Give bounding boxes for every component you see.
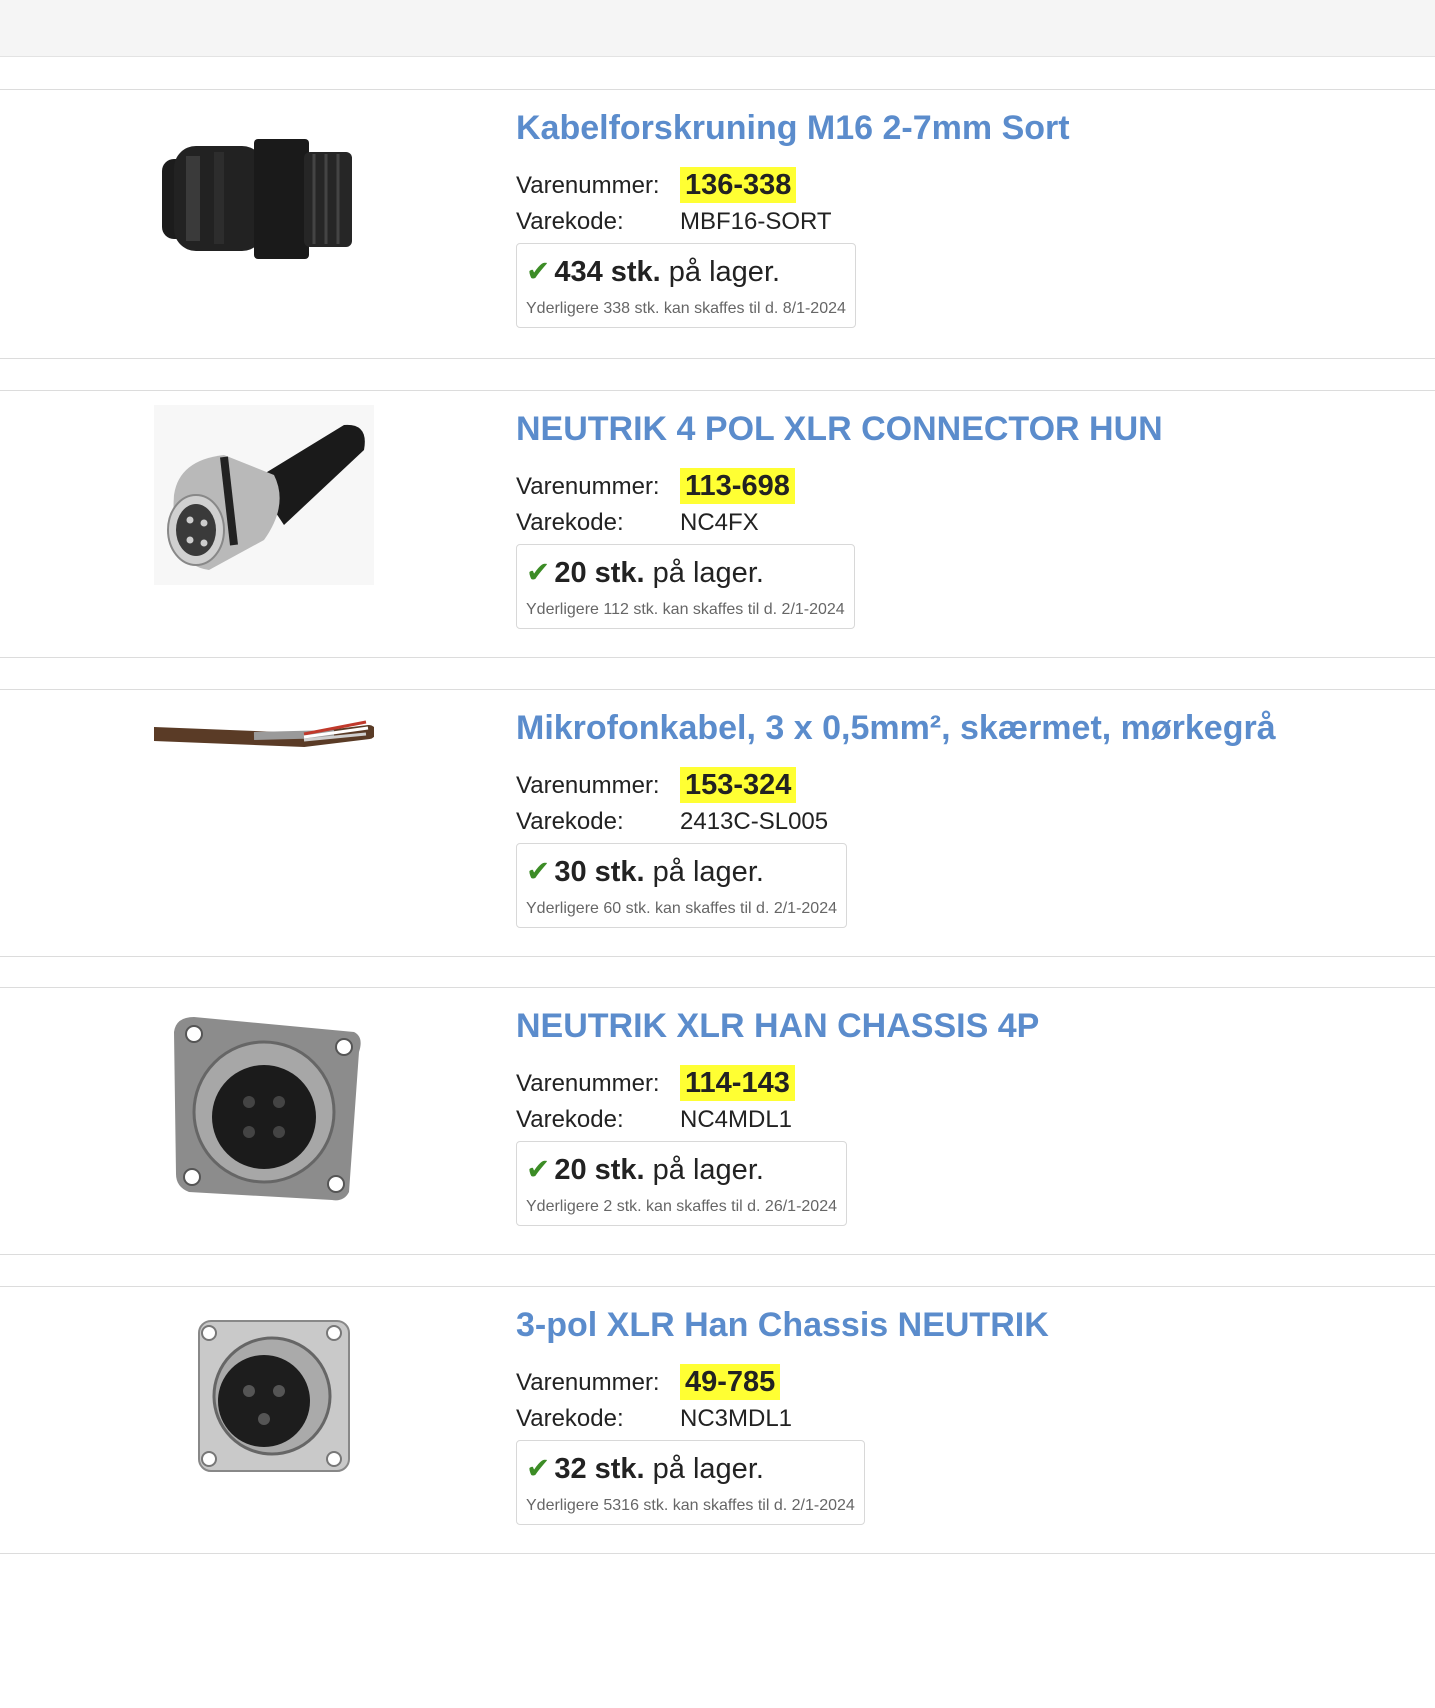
varenummer-value: 113-698 xyxy=(680,468,795,504)
stock-text: på lager. xyxy=(652,856,764,888)
stock-quantity: 32 stk. xyxy=(554,1453,645,1485)
stock-quantity: 20 stk. xyxy=(554,557,645,589)
varekode-value: NC4MDL1 xyxy=(680,1106,793,1133)
varekode-label: Varekode: xyxy=(516,208,624,235)
varenummer-value: 49-785 xyxy=(680,1364,781,1400)
varekode-row: Varekode: NC3MDL1 xyxy=(516,1405,792,1433)
varenummer-value: 136-338 xyxy=(680,167,797,203)
varekode-value: MBF16-SORT xyxy=(680,208,832,235)
product-card: NEUTRIK 4 POL XLR CONNECTOR HUN Varenumm… xyxy=(0,390,1435,658)
product-image-cable-gland[interactable] xyxy=(154,104,374,284)
varekode-row: Varekode: NC4FX xyxy=(516,509,759,537)
product-image-xlr-female-connector[interactable] xyxy=(154,405,374,585)
varekode-value: NC3MDL1 xyxy=(680,1405,793,1432)
stock-text: på lager. xyxy=(652,1453,764,1485)
stock-box: ✔ 30 stk. på lager. Yderligere 60 stk. ka… xyxy=(516,843,847,928)
varenummer-row: Varenummer: 136-338 xyxy=(516,167,797,203)
varenummer-label: Varenummer: xyxy=(516,473,660,500)
product-image-xlr-male-chassis-3p[interactable] xyxy=(154,1301,374,1481)
varekode-label: Varekode: xyxy=(516,1106,624,1133)
stock-extra-info: Yderligere 60 stk. kan skaffes til d. 2/… xyxy=(526,900,837,917)
stock-quantity: 434 stk. xyxy=(554,256,661,288)
varekode-label: Varekode: xyxy=(516,509,624,536)
stock-box: ✔ 20 stk. på lager. Yderligere 2 stk. kan… xyxy=(516,1141,847,1226)
stock-extra-info: Yderligere 338 stk. kan skaffes til d. 8… xyxy=(526,300,846,317)
varekode-row: Varekode: MBF16-SORT xyxy=(516,208,832,236)
product-card: Mikrofonkabel, 3 x 0,5mm², skærmet, mørk… xyxy=(0,689,1435,957)
stock-text: på lager. xyxy=(652,557,764,589)
varekode-label: Varekode: xyxy=(516,808,624,835)
product-title-link[interactable]: Kabelforskruning M16 2-7mm Sort xyxy=(516,109,1070,148)
varenummer-row: Varenummer: 153-324 xyxy=(516,767,797,803)
varenummer-label: Varenummer: xyxy=(516,772,660,799)
product-card: Kabelforskruning M16 2-7mm Sort Varenumm… xyxy=(0,89,1435,359)
stock-box: ✔ 434 stk. på lager. Yderligere 338 stk. … xyxy=(516,243,856,328)
stock-text: på lager. xyxy=(668,256,781,288)
varenummer-value: 114-143 xyxy=(680,1065,795,1101)
product-image-xlr-male-chassis-4p[interactable] xyxy=(154,1002,374,1212)
varekode-label: Varekode: xyxy=(516,1405,624,1432)
checkmark-icon: ✔ xyxy=(526,856,551,888)
checkmark-icon: ✔ xyxy=(526,557,551,589)
top-bar xyxy=(0,0,1435,57)
varenummer-label: Varenummer: xyxy=(516,172,660,199)
varenummer-row: Varenummer: 49-785 xyxy=(516,1364,781,1400)
product-title-link[interactable]: NEUTRIK XLR HAN CHASSIS 4P xyxy=(516,1007,1039,1046)
varenummer-value: 153-324 xyxy=(680,767,797,803)
stock-box: ✔ 32 stk. på lager. Yderligere 5316 stk. … xyxy=(516,1440,865,1525)
product-image-microphone-cable[interactable] xyxy=(154,704,374,764)
varekode-row: Varekode: NC4MDL1 xyxy=(516,1106,792,1134)
checkmark-icon: ✔ xyxy=(526,1154,551,1186)
stock-text: på lager. xyxy=(652,1154,764,1186)
stock-extra-info: Yderligere 112 stk. kan skaffes til d. 2… xyxy=(526,601,845,618)
varenummer-row: Varenummer: 114-143 xyxy=(516,1065,795,1101)
varekode-value: 2413C-SL005 xyxy=(680,808,829,835)
stock-quantity: 30 stk. xyxy=(554,856,645,888)
varenummer-label: Varenummer: xyxy=(516,1369,660,1396)
stock-box: ✔ 20 stk. på lager. Yderligere 112 stk. k… xyxy=(516,544,855,629)
checkmark-icon: ✔ xyxy=(526,256,551,288)
varenummer-label: Varenummer: xyxy=(516,1070,660,1097)
checkmark-icon: ✔ xyxy=(526,1453,551,1485)
product-card: NEUTRIK XLR HAN CHASSIS 4P Varenummer: 11… xyxy=(0,987,1435,1255)
stock-extra-info: Yderligere 2 stk. kan skaffes til d. 26/… xyxy=(526,1198,837,1215)
varekode-value: NC4FX xyxy=(680,509,759,536)
varenummer-row: Varenummer: 113-698 xyxy=(516,468,795,504)
product-card: 3-pol XLR Han Chassis NEUTRIK Varenummer… xyxy=(0,1286,1435,1554)
product-title-link[interactable]: 3-pol XLR Han Chassis NEUTRIK xyxy=(516,1306,1049,1345)
stock-extra-info: Yderligere 5316 stk. kan skaffes til d. … xyxy=(526,1497,855,1514)
varekode-row: Varekode: 2413C-SL005 xyxy=(516,808,828,836)
product-title-link[interactable]: Mikrofonkabel, 3 x 0,5mm², skærmet, mørk… xyxy=(516,709,1276,748)
stock-quantity: 20 stk. xyxy=(554,1154,645,1186)
product-title-link[interactable]: NEUTRIK 4 POL XLR CONNECTOR HUN xyxy=(516,410,1163,449)
